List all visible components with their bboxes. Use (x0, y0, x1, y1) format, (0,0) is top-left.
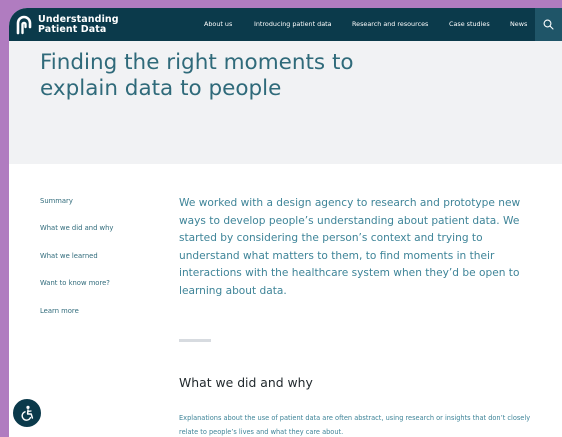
page-title: Finding the right moments to explain dat… (40, 50, 354, 101)
brand-name-line2: Patient Data (38, 23, 107, 35)
accessibility-button[interactable] (11, 397, 43, 429)
nav-item-research-and-resources[interactable]: Research and resources (352, 20, 428, 28)
nav-item-case-studies[interactable]: Case studies (449, 20, 490, 28)
page: Understanding Patient Data About us Intr… (9, 8, 562, 437)
sidenav-item-what-we-did[interactable]: What we did and why (40, 224, 113, 232)
intro-paragraph: We worked with a design agency to resear… (179, 197, 521, 297)
section-body-text: Explanations about the use of patient da… (179, 414, 531, 436)
sidenav-item-learn-more[interactable]: Learn more (40, 307, 79, 315)
sidenav-item-want-to-know-more[interactable]: Want to know more? (40, 279, 110, 287)
accessibility-icon (21, 405, 34, 421)
section-heading: What we did and why (179, 375, 313, 390)
logo-icon[interactable] (15, 15, 33, 35)
section-divider (179, 339, 211, 342)
site-header: Understanding Patient Data About us Intr… (9, 8, 562, 41)
search-icon (543, 19, 554, 30)
search-button[interactable] (535, 8, 562, 41)
nav-item-about-us[interactable]: About us (204, 20, 232, 28)
site-logo-text[interactable]: Understanding Patient Data (38, 15, 119, 34)
sidenav-item-summary[interactable]: Summary (40, 197, 73, 205)
nav-item-introducing-patient-data[interactable]: Introducing patient data (254, 20, 332, 28)
sidenav-item-what-we-learned[interactable]: What we learned (40, 252, 98, 260)
nav-item-news[interactable]: News (510, 20, 527, 28)
